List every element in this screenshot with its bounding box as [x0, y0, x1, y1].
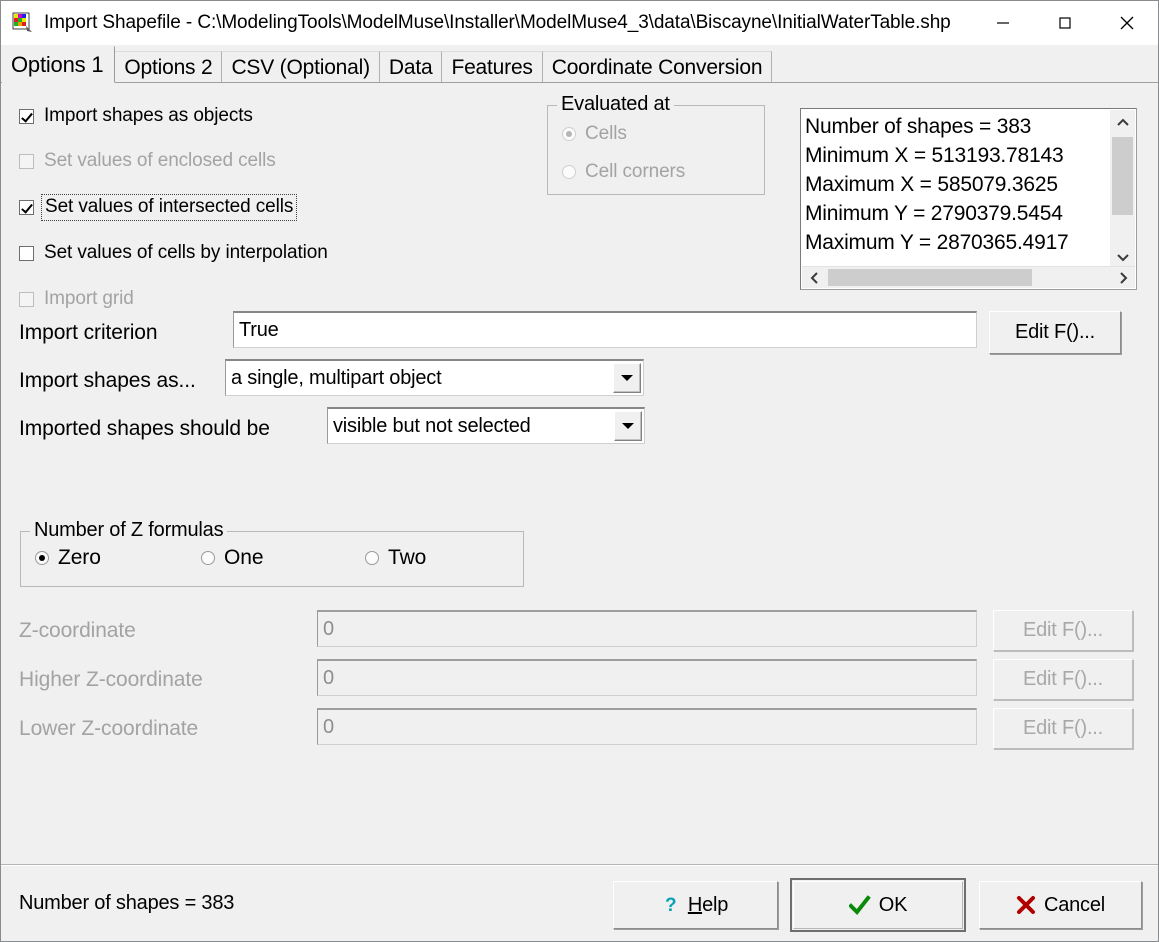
radio-label: Cells	[585, 123, 627, 144]
tab-strip: Options 1 Options 2 CSV (Optional) Data …	[1, 45, 1158, 83]
radio-label: Two	[388, 546, 427, 569]
checkbox-box	[19, 153, 34, 169]
import-shapes-as-label: Import shapes as...	[19, 369, 196, 392]
import-criterion-label: Import criterion	[19, 321, 158, 344]
checkbox-set-values-of-enclosed-cells: Set values of enclosed cells	[19, 149, 276, 173]
options-1-panel: Import shapes as objects Set values of e…	[1, 83, 1158, 864]
radio-evaluated-at-cell-corners: Cell corners	[562, 161, 685, 183]
svg-text:?: ?	[665, 895, 676, 916]
checkbox-set-values-of-intersected-cells[interactable]: Set values of intersected cells	[19, 194, 298, 221]
checkbox-set-values-of-cells-by-interpolation[interactable]: Set values of cells by interpolation	[19, 241, 328, 265]
checkbox-label: Set values of enclosed cells	[44, 150, 276, 171]
radio-z-formulas-two[interactable]: Two	[365, 546, 426, 570]
scroll-left-icon[interactable]	[802, 265, 827, 289]
tab-options-1[interactable]: Options 1	[2, 46, 116, 83]
help-button-accel: H	[687, 893, 703, 916]
higher-z-coordinate-input: 0	[317, 659, 977, 696]
scroll-right-icon[interactable]	[1110, 265, 1135, 289]
scroll-up-icon[interactable]	[1110, 110, 1135, 135]
radio-circle	[562, 165, 576, 179]
radio-evaluated-at-cells: Cells	[562, 123, 627, 145]
radio-z-formulas-zero[interactable]: Zero	[35, 546, 101, 570]
tab-csv-optional[interactable]: CSV (Optional)	[221, 51, 380, 82]
checkbox-label: Set values of cells by interpolation	[44, 242, 328, 263]
close-icon[interactable]	[1096, 1, 1158, 45]
window-title: Import Shapefile - C:\ModelingTools\Mode…	[44, 12, 951, 33]
cancel-button-label: Cancel	[1043, 893, 1106, 916]
minimize-icon[interactable]	[972, 1, 1034, 45]
status-text: Number of shapes = 383	[19, 892, 235, 914]
edit-formula-lower-z-coordinate-button: Edit F()...	[993, 708, 1133, 749]
vertical-scrollbar[interactable]	[1110, 110, 1135, 269]
vertical-scroll-thumb[interactable]	[1112, 137, 1133, 215]
radio-circle	[562, 127, 576, 141]
help-button[interactable]: ? Help	[613, 881, 778, 929]
import-shapes-as-combobox[interactable]: a single, multipart object	[225, 359, 644, 396]
radio-circle	[35, 551, 49, 565]
checkbox-label: Import shapes as objects	[44, 105, 253, 126]
edit-formula-z-coordinate-button: Edit F()...	[993, 610, 1133, 651]
checkbox-box	[19, 108, 34, 124]
maximize-icon[interactable]	[1034, 1, 1096, 45]
ok-button-label: OK	[878, 893, 908, 916]
checkbox-box	[19, 199, 34, 215]
window-controls	[972, 1, 1158, 45]
checkbox-label: Import grid	[44, 288, 134, 309]
question-mark-icon: ?	[663, 894, 680, 916]
edit-formula-import-criterion-button[interactable]: Edit F()...	[989, 311, 1121, 354]
titlebar: Import Shapefile - C:\ModelingTools\Mode…	[1, 1, 1158, 45]
radio-circle	[201, 551, 215, 565]
number-of-z-formulas-group: Number of Z formulas Zero One Two	[20, 519, 524, 587]
list-item: Maximum X = 585079.3625	[805, 173, 1058, 196]
import-criterion-input[interactable]: True	[233, 311, 977, 348]
checkbox-label: Set values of intersected cells	[41, 194, 298, 221]
modelmuse-blocks-icon	[12, 12, 34, 34]
tab-options-2[interactable]: Options 2	[114, 51, 223, 82]
edit-formula-higher-z-coordinate-button: Edit F()...	[993, 659, 1133, 700]
cancel-button[interactable]: Cancel	[979, 881, 1142, 929]
combobox-value: visible but not selected	[333, 414, 531, 437]
lower-z-coordinate-input: 0	[317, 708, 977, 745]
radio-circle	[365, 551, 379, 565]
checkbox-box	[19, 245, 34, 261]
imported-shapes-should-be-label: Imported shapes should be	[19, 417, 270, 440]
lower-z-coordinate-label: Lower Z-coordinate	[19, 717, 199, 740]
imported-shapes-should-be-combobox[interactable]: visible but not selected	[327, 407, 645, 444]
tab-coordinate-conversion[interactable]: Coordinate Conversion	[541, 51, 773, 82]
shape-info-lines: Number of shapes = 383 Minimum X = 51319…	[805, 112, 1109, 257]
list-item: Number of shapes = 383	[805, 115, 1032, 138]
combobox-value: a single, multipart object	[231, 366, 442, 389]
chevron-down-icon[interactable]	[614, 411, 642, 441]
number-of-z-formulas-title: Number of Z formulas	[30, 519, 228, 542]
cross-icon	[1016, 895, 1036, 915]
checkbox-box	[19, 291, 34, 307]
z-coordinate-input: 0	[317, 610, 977, 647]
horizontal-scroll-thumb[interactable]	[828, 269, 1032, 286]
chevron-down-icon[interactable]	[613, 363, 641, 393]
evaluated-at-title: Evaluated at	[557, 93, 674, 116]
tab-data[interactable]: Data	[378, 51, 443, 82]
checkbox-import-grid: Import grid	[19, 287, 134, 311]
statusbar: Number of shapes = 383 ? Help OK Cancel	[1, 864, 1158, 941]
checkbox-import-shapes-as-objects[interactable]: Import shapes as objects	[19, 104, 253, 128]
radio-label: Cell corners	[585, 161, 686, 182]
radio-label: One	[224, 546, 264, 569]
ok-button[interactable]: OK	[790, 878, 966, 932]
list-item: Maximum Y = 2870365.4917	[805, 231, 1069, 254]
shape-info-listbox[interactable]: Number of shapes = 383 Minimum X = 51319…	[800, 108, 1137, 290]
tab-features[interactable]: Features	[441, 51, 543, 82]
list-item: Minimum Y = 2790379.5454	[805, 202, 1063, 225]
radio-z-formulas-one[interactable]: One	[201, 546, 264, 570]
higher-z-coordinate-label: Higher Z-coordinate	[19, 668, 203, 691]
horizontal-scrollbar[interactable]	[802, 266, 1135, 288]
help-button-label-rest: elp	[702, 893, 729, 916]
radio-label: Zero	[58, 546, 101, 569]
list-item: Minimum X = 513193.78143	[805, 144, 1064, 167]
evaluated-at-group: Evaluated at Cells Cell corners	[547, 93, 765, 195]
checkmark-icon	[848, 895, 871, 915]
z-coordinate-label: Z-coordinate	[19, 619, 136, 642]
import-shapefile-dialog: Import Shapefile - C:\ModelingTools\Mode…	[0, 0, 1159, 942]
